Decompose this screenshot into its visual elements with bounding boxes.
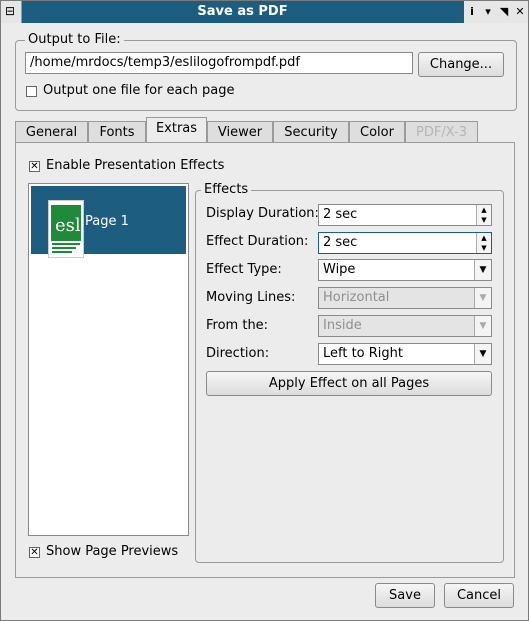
display-duration-value: 2 sec bbox=[323, 207, 358, 222]
effect-duration-spinbox[interactable]: 2 sec ▲ ▼ bbox=[318, 232, 492, 254]
output-group-label: Output to File: bbox=[25, 32, 124, 47]
chevron-down-icon: ▼ bbox=[474, 316, 491, 336]
one-file-checkbox[interactable] bbox=[26, 86, 37, 97]
effects-group-label: Effects bbox=[201, 182, 252, 197]
from-the-value: Inside bbox=[323, 318, 362, 333]
cancel-button[interactable]: Cancel bbox=[444, 583, 514, 608]
enable-effects-label: Enable Presentation Effects bbox=[46, 158, 225, 173]
tab-extras[interactable]: Extras bbox=[146, 117, 207, 143]
show-previews-label: Show Page Previews bbox=[46, 544, 179, 559]
display-duration-label: Display Duration: bbox=[206, 206, 319, 221]
direction-value: Left to Right bbox=[323, 346, 404, 361]
tab-color[interactable]: Color bbox=[349, 121, 405, 143]
moving-lines-value: Horizontal bbox=[323, 290, 390, 305]
chevron-down-icon: ▼ bbox=[474, 344, 491, 364]
output-path-field[interactable]: /home/mrdocs/temp3/eslilogofrompdf.pdf bbox=[25, 52, 413, 74]
display-duration-spinbox[interactable]: 2 sec ▲ ▼ bbox=[318, 204, 492, 226]
tab-viewer[interactable]: Viewer bbox=[207, 121, 273, 143]
info-icon[interactable]: i bbox=[464, 1, 480, 23]
change-button[interactable]: Change... bbox=[418, 52, 504, 77]
menu-down-icon[interactable]: ▾ bbox=[480, 1, 496, 23]
page-list-item[interactable]: esl Page 1 bbox=[31, 186, 186, 258]
direction-label: Direction: bbox=[206, 346, 270, 361]
window-title: Save as PDF bbox=[197, 4, 288, 19]
page-list-item-label: Page 1 bbox=[85, 214, 129, 229]
effect-type-label: Effect Type: bbox=[206, 262, 282, 277]
enable-effects-checkbox[interactable]: ✕ bbox=[29, 161, 40, 172]
chevron-down-icon: ▼ bbox=[474, 288, 491, 308]
effect-duration-label: Effect Duration: bbox=[206, 234, 309, 249]
spin-arrows-icon[interactable]: ▲ ▼ bbox=[476, 233, 491, 253]
moving-lines-select: Horizontal ▼ bbox=[318, 287, 492, 309]
effect-type-value: Wipe bbox=[323, 262, 356, 277]
title-bar: ⊟ Save as PDF i ▾ ◥ ✕ bbox=[1, 1, 528, 23]
window-menu-icon: ⊟ bbox=[5, 4, 16, 18]
direction-select[interactable]: Left to Right ▼ bbox=[318, 343, 492, 365]
close-icon[interactable]: ✕ bbox=[512, 1, 528, 23]
moving-lines-label: Moving Lines: bbox=[206, 290, 296, 305]
apply-effect-button[interactable]: Apply Effect on all Pages bbox=[206, 371, 492, 396]
save-as-pdf-dialog: ⊟ Save as PDF i ▾ ◥ ✕ Output to File: /h… bbox=[0, 0, 529, 621]
tab-bar: General Fonts Extras Viewer Security Col… bbox=[15, 117, 515, 143]
effect-duration-value: 2 sec bbox=[323, 235, 358, 250]
page-list[interactable]: esl Page 1 bbox=[28, 183, 189, 536]
show-previews-checkbox[interactable]: ✕ bbox=[29, 547, 40, 558]
spin-arrows-icon[interactable]: ▲ ▼ bbox=[476, 205, 491, 225]
tab-pdfx3: PDF/X-3 bbox=[405, 121, 478, 143]
esli-logo-icon: esl bbox=[49, 201, 83, 257]
tab-security[interactable]: Security bbox=[273, 121, 349, 143]
effect-type-select[interactable]: Wipe ▼ bbox=[318, 259, 492, 281]
one-file-label: Output one file for each page bbox=[43, 83, 235, 98]
tab-fonts[interactable]: Fonts bbox=[88, 121, 146, 143]
svg-text:esl: esl bbox=[55, 215, 81, 236]
page-thumbnail: esl bbox=[48, 200, 84, 258]
window-menu-button[interactable]: ⊟ bbox=[1, 1, 22, 23]
chevron-down-icon: ▼ bbox=[474, 260, 491, 280]
maximize-icon[interactable]: ◥ bbox=[496, 1, 512, 23]
save-button[interactable]: Save bbox=[375, 583, 435, 608]
tab-general[interactable]: General bbox=[15, 121, 88, 143]
from-the-label: From the: bbox=[206, 318, 269, 333]
from-the-select: Inside ▼ bbox=[318, 315, 492, 337]
